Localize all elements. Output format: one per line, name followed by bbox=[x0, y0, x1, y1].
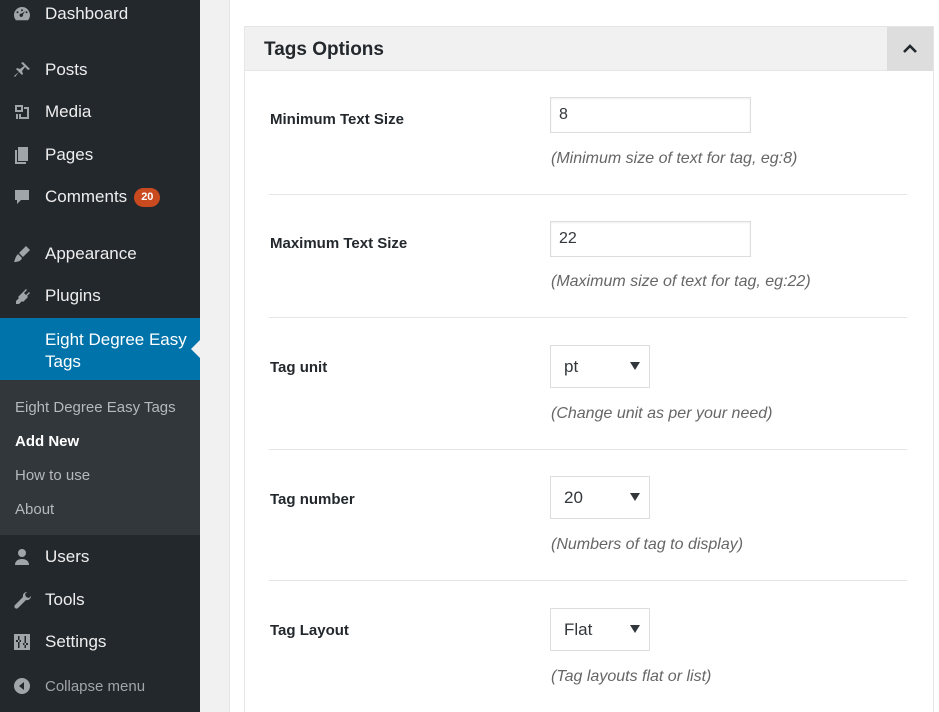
pin-icon bbox=[11, 59, 33, 81]
sidebar-item-label: Appearance bbox=[45, 244, 137, 263]
panel-toggle-button[interactable] bbox=[887, 27, 933, 71]
row-divider bbox=[269, 194, 907, 195]
collapse-arrow-icon bbox=[11, 675, 33, 697]
user-icon bbox=[11, 546, 33, 568]
tag-unit-selected-value: pt bbox=[564, 356, 579, 376]
sidebar-item-label: Eight Degree Easy Tags bbox=[45, 330, 187, 371]
dropdown-caret-icon bbox=[630, 362, 640, 370]
sidebar-item-dashboard[interactable]: Dashboard bbox=[0, 2, 200, 26]
tag-layout-selected-value: Flat bbox=[564, 619, 593, 639]
pages-icon bbox=[11, 144, 33, 166]
tag-unit-select[interactable]: pt bbox=[550, 345, 650, 388]
tag-layout-description: (Tag layouts flat or list) bbox=[551, 668, 712, 685]
tag-number-selected-value: 20 bbox=[564, 487, 583, 507]
sidebar-item-comments[interactable]: Comments 20 bbox=[0, 185, 200, 209]
sidebar-item-label: Dashboard bbox=[45, 4, 129, 23]
chevron-up-icon bbox=[903, 44, 917, 53]
plug-icon bbox=[11, 285, 33, 307]
sidebar-item-label: Tools bbox=[45, 590, 85, 609]
minimum-text-size-label: Minimum Text Size bbox=[270, 111, 404, 128]
sidebar-item-eight-degree-easy-tags[interactable]: Eight Degree Easy Tags bbox=[0, 318, 200, 380]
sidebar-item-label: Plugins bbox=[45, 286, 101, 305]
panel-title: Tags Options bbox=[264, 39, 384, 60]
brush-icon bbox=[11, 243, 33, 265]
tag-number-select[interactable]: 20 bbox=[550, 476, 650, 519]
row-divider bbox=[269, 449, 907, 450]
comment-icon bbox=[11, 186, 33, 208]
row-divider bbox=[269, 580, 907, 581]
submenu-item-add-new[interactable]: Add New bbox=[15, 433, 79, 450]
maximum-text-size-label: Maximum Text Size bbox=[270, 235, 408, 252]
submenu-item-about[interactable]: About bbox=[15, 501, 54, 518]
sidebar-item-plugins[interactable]: Plugins bbox=[0, 284, 200, 308]
collapse-menu-button[interactable]: Collapse menu bbox=[0, 674, 200, 698]
sidebar-item-posts[interactable]: Posts bbox=[0, 58, 200, 82]
wrench-icon bbox=[11, 589, 33, 611]
settings-icon bbox=[11, 631, 33, 653]
minimum-text-size-description: (Minimum size of text for tag, eg:8) bbox=[551, 150, 798, 167]
minimum-text-size-input[interactable] bbox=[550, 97, 751, 133]
tag-layout-label: Tag Layout bbox=[270, 622, 349, 639]
tag-unit-label: Tag unit bbox=[270, 359, 328, 376]
maximum-text-size-description: (Maximum size of text for tag, eg:22) bbox=[551, 273, 811, 290]
media-icon bbox=[11, 101, 33, 123]
submenu: Eight Degree Easy Tags Add New How to us… bbox=[0, 380, 200, 535]
sidebar-item-label: Media bbox=[45, 102, 92, 121]
submenu-item-how-to-use[interactable]: How to use bbox=[15, 467, 90, 484]
maximum-text-size-input[interactable] bbox=[550, 221, 751, 257]
row-divider bbox=[269, 317, 907, 318]
active-indicator-arrow bbox=[191, 340, 200, 358]
sidebar-item-media[interactable]: Media bbox=[0, 100, 200, 124]
dropdown-caret-icon bbox=[630, 493, 640, 501]
tag-unit-description: (Change unit as per your need) bbox=[551, 405, 773, 422]
tag-number-label: Tag number bbox=[270, 491, 355, 508]
dropdown-caret-icon bbox=[630, 625, 640, 633]
sidebar-item-label: Pages bbox=[45, 145, 94, 164]
sidebar-item-pages[interactable]: Pages bbox=[0, 143, 200, 167]
sidebar-item-users[interactable]: Users bbox=[0, 545, 200, 569]
comments-count-badge: 20 bbox=[134, 187, 161, 207]
collapse-menu-label: Collapse menu bbox=[45, 677, 146, 695]
submenu-item-eight-degree-easy-tags[interactable]: Eight Degree Easy Tags bbox=[15, 399, 176, 416]
sidebar-item-label: Posts bbox=[45, 60, 88, 79]
sidebar-item-label: Settings bbox=[45, 632, 107, 651]
sidebar-item-label: Users bbox=[45, 547, 90, 566]
sidebar-item-tools[interactable]: Tools bbox=[0, 588, 200, 612]
sidebar-item-appearance[interactable]: Appearance bbox=[0, 242, 200, 266]
tag-number-description: (Numbers of tag to display) bbox=[551, 536, 744, 553]
tag-layout-select[interactable]: Flat bbox=[550, 608, 650, 651]
dashboard-icon bbox=[11, 3, 33, 25]
sidebar-item-settings[interactable]: Settings bbox=[0, 630, 200, 654]
sidebar-item-label: Comments bbox=[45, 187, 128, 206]
admin-sidebar: Dashboard Posts Media Pages Comments 20 … bbox=[0, 0, 200, 712]
panel-header: Tags Options bbox=[245, 27, 933, 71]
